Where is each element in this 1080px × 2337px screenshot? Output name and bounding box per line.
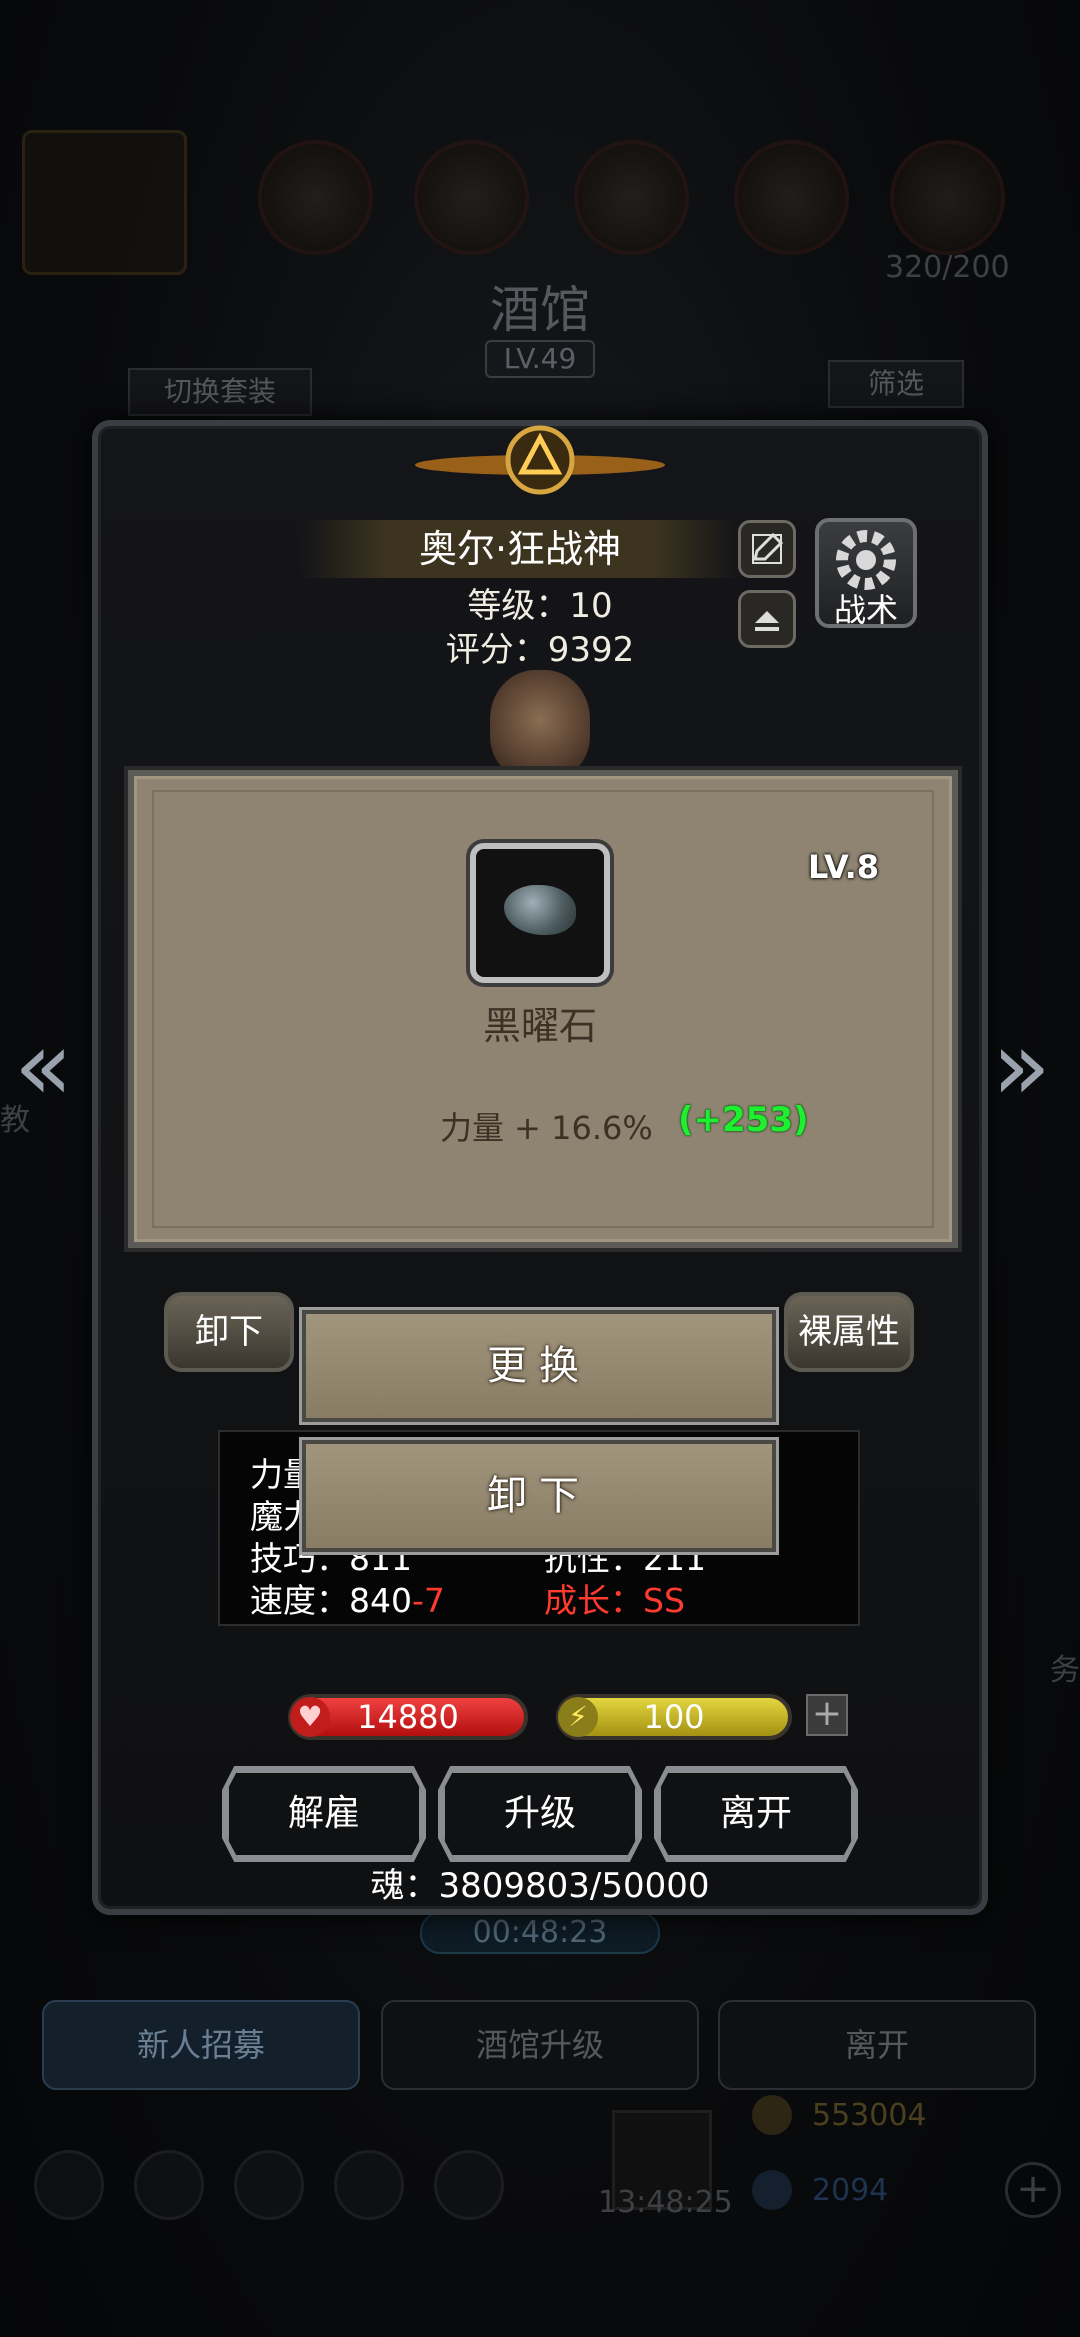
bg-nav-icon-2 <box>134 2150 204 2220</box>
bg-gold-amount: 553004 <box>812 2098 927 2133</box>
bg-switch-set-button: 切换套装 <box>128 368 312 416</box>
bg-equip-slot-3 <box>574 140 689 255</box>
bg-nav-icon-4 <box>334 2150 404 2220</box>
hero-score: 评分：9392 <box>445 630 635 670</box>
bg-gold-icon <box>752 2095 792 2135</box>
bg-hero-slot <box>22 130 187 275</box>
bg-equip-slot-4 <box>734 140 849 255</box>
hero-portrait <box>490 670 590 780</box>
upgrade-button[interactable]: 升级 <box>442 1770 638 1858</box>
base-attributes-button[interactable]: 裸属性 <box>784 1292 914 1372</box>
item-level: LV.8 <box>808 848 880 886</box>
soul-counter: 魂：3809803/50000 <box>370 1866 710 1906</box>
bg-tab-leave: 离开 <box>718 2000 1036 2090</box>
bg-side-right-text: 务 <box>1050 1653 1080 1688</box>
bg-clock: 13:48:25 <box>598 2185 733 2220</box>
bg-equip-slot-5 <box>890 140 1005 255</box>
stat-speed-delta: -7 <box>412 1581 445 1620</box>
bg-gem-amount: 2094 <box>812 2173 889 2208</box>
replace-button[interactable]: 更换 <box>302 1310 776 1422</box>
lightning-icon: ⚡ <box>558 1697 598 1737</box>
prev-hero-arrow-icon[interactable]: « <box>14 1010 73 1122</box>
heart-icon: ♥ <box>290 1697 330 1737</box>
dismiss-button[interactable]: 解雇 <box>226 1770 422 1858</box>
bg-equip-slot-1 <box>258 140 373 255</box>
unequip-button[interactable]: 卸下 <box>302 1440 776 1552</box>
stat-growth: 成长：SS <box>544 1581 685 1620</box>
bg-nav-icon-5 <box>434 2150 504 2220</box>
add-energy-button[interactable]: + <box>806 1694 848 1736</box>
item-name: 黑曜石 <box>482 1004 597 1048</box>
bg-equip-slot-2 <box>414 140 529 255</box>
bg-timer: 00:48:23 <box>420 1912 660 1954</box>
panel-emblem-icon <box>415 425 665 495</box>
item-attribute: 力量 + 16.6% <box>440 1109 653 1147</box>
bg-nav-icon-1 <box>34 2150 104 2220</box>
bg-nav-icon-3 <box>234 2150 304 2220</box>
unequip-side-button[interactable]: 卸下 <box>164 1292 294 1372</box>
bg-tavern-title: 酒馆 <box>490 281 590 339</box>
stat-speed-value: 速度：840 <box>250 1581 412 1620</box>
rename-button[interactable] <box>738 520 796 578</box>
item-bonus: (+253) <box>678 1100 809 1140</box>
next-hero-arrow-icon[interactable]: » <box>992 1010 1051 1122</box>
stat-speed: 速度：840-7 <box>250 1574 445 1622</box>
hero-level: 等级：10 <box>467 586 613 626</box>
bg-tab-recruit: 新人招募 <box>42 2000 360 2090</box>
hero-name: 奥尔·狂战神 <box>300 520 740 578</box>
bg-tab-tavern-upgrade: 酒馆升级 <box>381 2000 699 2090</box>
edit-icon <box>752 532 784 564</box>
bg-filter-button: 筛选 <box>828 360 964 408</box>
bg-add-icon: + <box>1005 2162 1061 2218</box>
bg-gem-icon <box>752 2170 792 2210</box>
leave-button[interactable]: 离开 <box>658 1770 854 1858</box>
bg-tavern-level: LV.49 <box>485 340 595 378</box>
